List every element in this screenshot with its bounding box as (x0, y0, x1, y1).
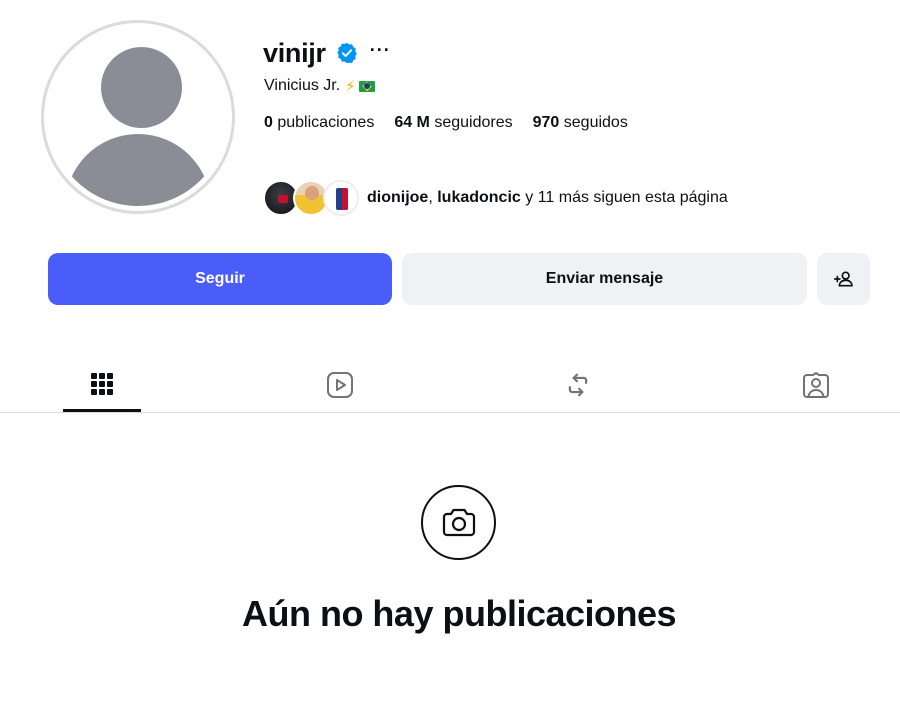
following-label: seguidos (563, 114, 628, 131)
followed-by-text: dionijoe, lukadoncic y 11 más siguen est… (367, 189, 728, 207)
more-options-button[interactable]: ··· (370, 40, 391, 61)
follow-button[interactable]: Seguir (48, 253, 392, 305)
posts-label: publicaciones (277, 114, 375, 131)
grid-icon (91, 372, 113, 395)
profile-avatar[interactable] (41, 20, 235, 214)
nba-logo-avatar (323, 180, 359, 216)
profile-tabs (0, 358, 900, 413)
profile-stats: 0 publicaciones 64 M seguidores 970 segu… (264, 114, 648, 132)
followers-count: 64 M (394, 114, 430, 131)
verified-badge-icon (336, 42, 357, 64)
repost-icon (568, 373, 588, 397)
username: vinijr (263, 37, 326, 68)
camera-icon (442, 508, 475, 536)
tab-tagged[interactable] (777, 358, 855, 412)
posts-count: 0 (264, 114, 273, 131)
suggest-similar-button[interactable] (817, 253, 870, 305)
follower-username-1: dionijoe (367, 189, 429, 206)
full-name-row: Vinicius Jr. ⚡ (264, 77, 375, 95)
tab-posts[interactable] (63, 358, 141, 412)
following-count: 970 (532, 114, 560, 131)
followers-label: seguidores (434, 114, 513, 131)
avatar-body-shape (65, 134, 211, 206)
full-name: Vinicius Jr. (264, 77, 341, 94)
reels-icon (327, 372, 353, 398)
default-avatar-silhouette (49, 28, 227, 206)
posts-stat: 0 publicaciones (264, 114, 374, 132)
followed-separator: , (428, 189, 438, 206)
lightning-emoji-icon: ⚡ (345, 78, 356, 95)
tagged-icon (803, 372, 829, 398)
brazil-flag-icon (358, 80, 375, 92)
avatar-head-shape (101, 47, 182, 128)
add-person-icon (833, 271, 853, 287)
tab-reels[interactable] (301, 358, 379, 412)
username-row: vinijr ··· (263, 34, 391, 72)
followed-suffix: y 11 más siguen esta página (520, 189, 728, 206)
follower-username-2: lukadoncic (437, 189, 521, 206)
tab-reposts[interactable] (539, 358, 617, 412)
followers-stat[interactable]: 64 M seguidores (394, 114, 512, 132)
empty-state-camera (421, 485, 496, 560)
empty-state-title: Aún no hay publicaciones (241, 593, 677, 634)
followed-by-row[interactable]: dionijoe, lukadoncic y 11 más siguen est… (263, 180, 728, 216)
send-message-button[interactable]: Enviar mensaje (402, 253, 807, 305)
following-stat[interactable]: 970 seguidos (533, 114, 628, 132)
